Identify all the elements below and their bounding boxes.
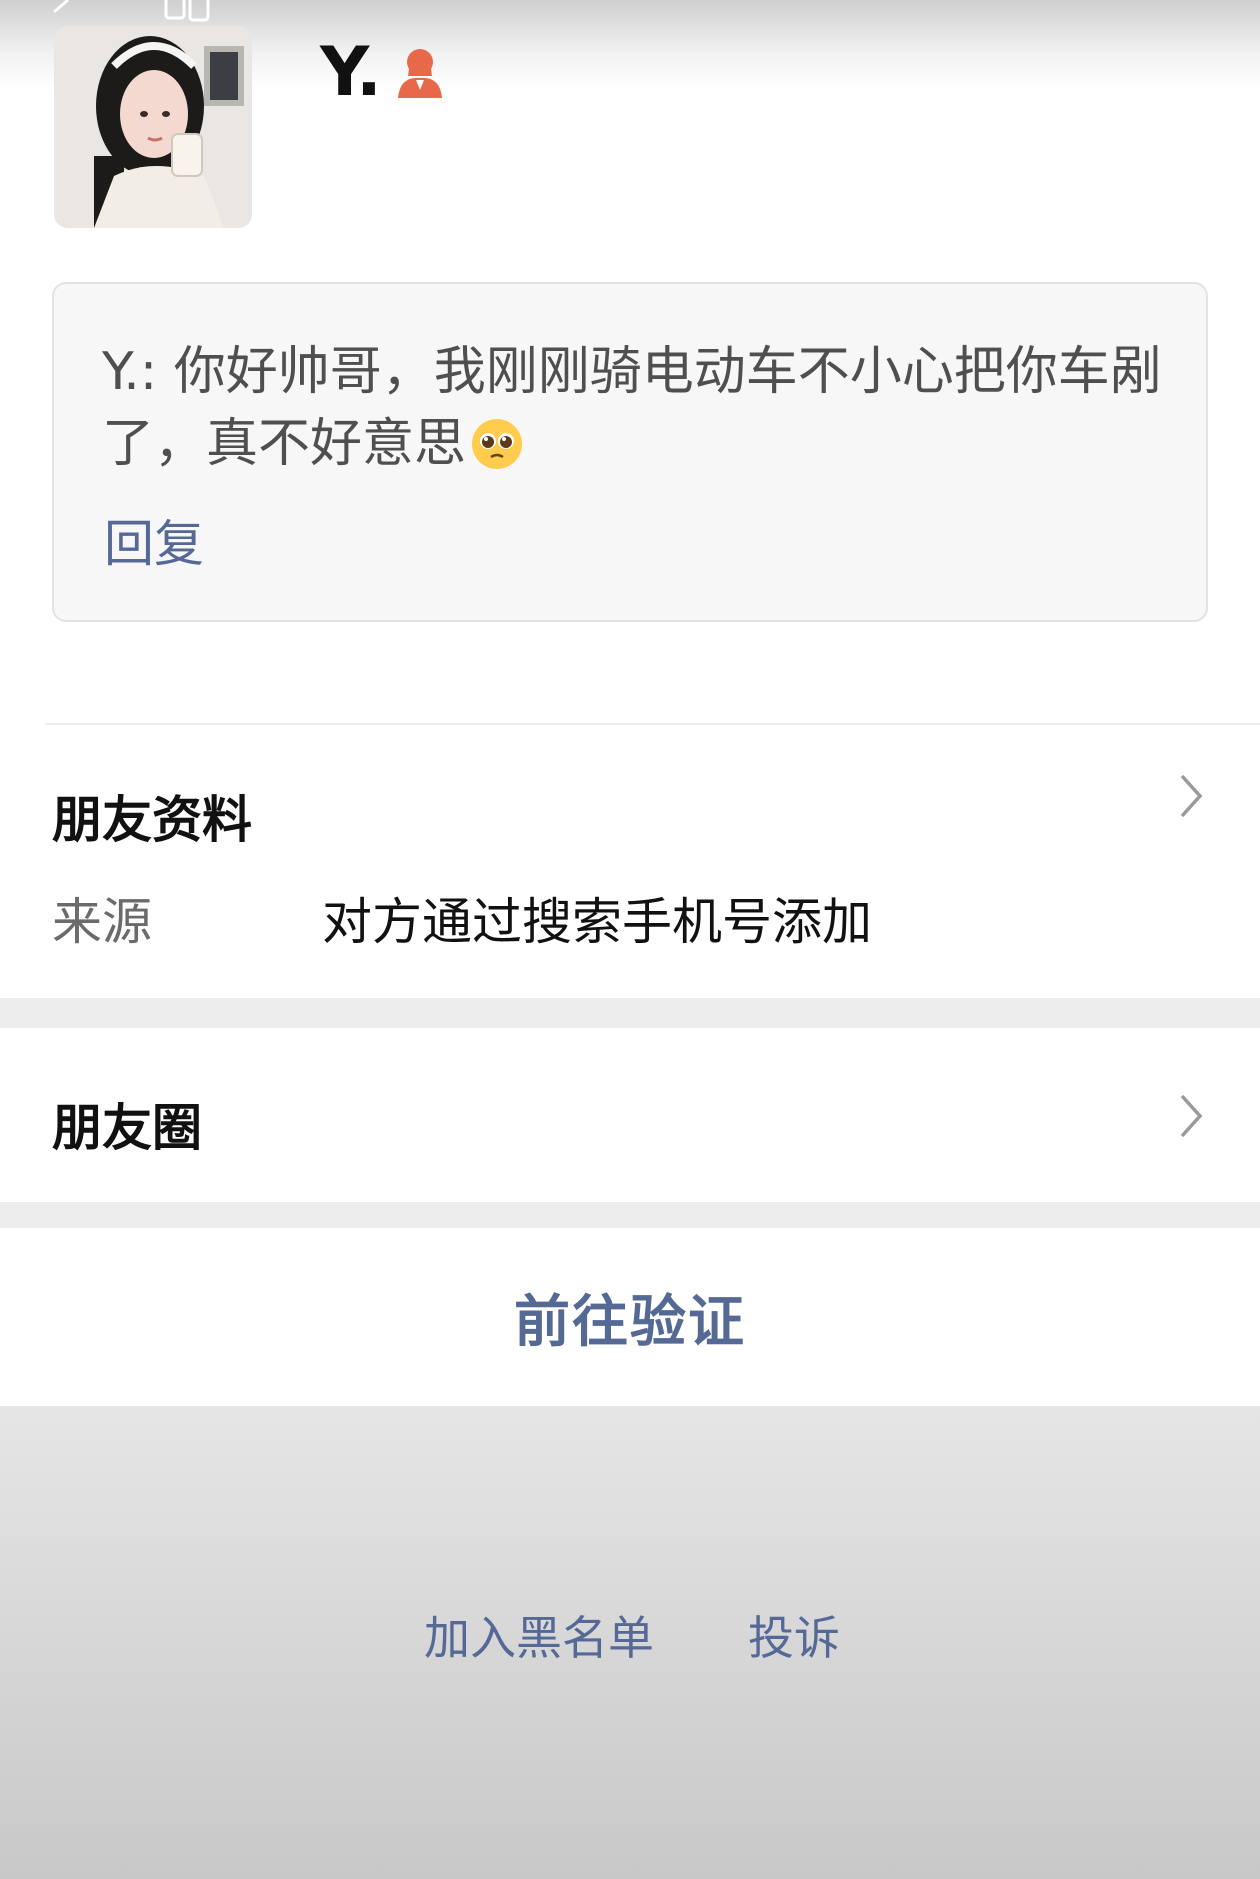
source-value: 对方通过搜索手机号添加: [322, 893, 872, 951]
avatar[interactable]: [54, 26, 252, 228]
moments-title[interactable]: 朋友圈: [52, 1088, 202, 1160]
section-gap: [0, 1202, 1260, 1228]
source-label: 来源: [52, 893, 152, 951]
report-link[interactable]: 投诉: [748, 1602, 840, 1668]
back-icon[interactable]: [44, 0, 80, 22]
friend-info-title[interactable]: 朋友资料: [52, 780, 252, 852]
verify-bar: 前往验证: [0, 1228, 1260, 1406]
profile-name: Y.: [320, 32, 382, 112]
greeting-card: Y.: 你好帅哥，我刚刚骑电动车不小心把你车剐了，真不好意思 回复: [52, 282, 1208, 622]
section-gap: [0, 998, 1260, 1028]
verify-button[interactable]: 前往验证: [514, 1277, 746, 1358]
reply-link[interactable]: 回复: [104, 504, 204, 576]
chevron-right-icon[interactable]: [1178, 772, 1206, 820]
add-to-blacklist-link[interactable]: 加入黑名单: [424, 1602, 654, 1668]
greeting-message: Y.: 你好帅哥，我刚刚骑电动车不小心把你车剐了，真不好意思: [102, 336, 1162, 480]
divider: [46, 723, 1260, 725]
profile-header: Y.: [320, 32, 444, 112]
chevron-right-icon[interactable]: [1178, 1092, 1206, 1140]
greeting-text: Y.: 你好帅哥，我刚刚骑电动车不小心把你车剐了，真不好意思: [102, 342, 1162, 474]
more-icon[interactable]: [162, 0, 214, 22]
female-user-icon: [397, 49, 442, 98]
pleading-face-emoji: [472, 419, 523, 469]
